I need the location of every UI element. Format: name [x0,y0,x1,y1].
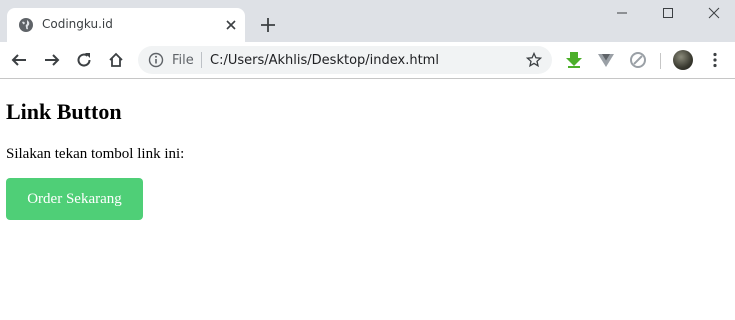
bookmark-star-icon[interactable] [526,52,542,68]
toolbar-divider [660,53,661,69]
reload-icon[interactable] [75,51,93,69]
page-title: Link Button [6,99,122,124]
omnibox-separator [201,52,202,68]
tab-title: Codingku.id [42,17,113,31]
window-close-button[interactable] [691,6,735,22]
maximize-button[interactable] [645,6,691,22]
download-arrow-icon[interactable] [565,51,583,69]
blocked-circle-icon[interactable] [629,51,647,69]
tab-strip: Codingku.id [0,0,735,42]
page-content: Link Button Silakan tekan tombol link in… [0,79,735,228]
vue-icon[interactable] [597,51,615,69]
tab-close-icon[interactable] [224,18,238,32]
instruction-text: Silakan tekan tombol link ini: [6,146,185,162]
address-bar[interactable]: File C:/Users/Akhlis/Desktop/index.html [138,46,552,74]
forward-icon[interactable] [43,51,61,69]
order-button[interactable]: Order Sekarang [6,178,143,220]
minimize-icon [617,12,627,14]
minimize-button[interactable] [599,6,645,22]
home-icon[interactable] [107,51,125,69]
browser-chrome: Codingku.id File C:/Users/Akhlis/Desktop… [0,0,735,79]
maximize-icon [663,8,673,18]
tab-codingku[interactable]: Codingku.id [7,8,245,42]
back-icon[interactable] [10,51,28,69]
toolbar: File C:/Users/Akhlis/Desktop/index.html [0,42,735,79]
avatar[interactable] [673,50,693,70]
menu-kebab-icon[interactable] [706,51,724,69]
scheme-label: File [172,53,194,68]
info-icon[interactable] [148,52,164,68]
new-tab-icon[interactable] [259,16,277,34]
url-text[interactable]: C:/Users/Akhlis/Desktop/index.html [210,53,439,68]
close-icon [708,7,720,19]
globe-icon [19,18,33,32]
